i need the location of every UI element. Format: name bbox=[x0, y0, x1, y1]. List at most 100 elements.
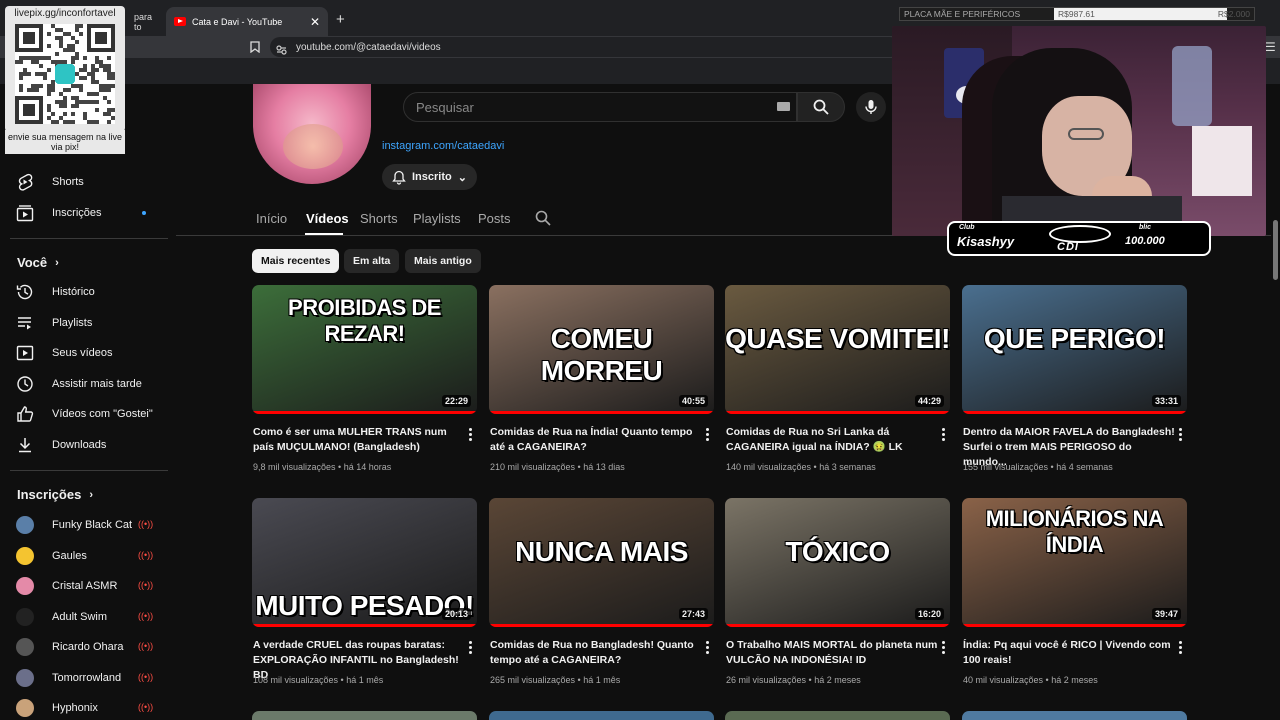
live-icon: ((•)) bbox=[138, 519, 154, 529]
video-menu-icon[interactable] bbox=[1179, 641, 1183, 655]
video-menu-icon[interactable] bbox=[1179, 428, 1183, 442]
sidebar-subscription-item[interactable]: Adult Swim ((•)) bbox=[16, 606, 156, 628]
sidebar-subscription-item[interactable]: Cristal ASMR ((•)) bbox=[16, 575, 156, 597]
bookmark-icon[interactable] bbox=[250, 40, 260, 58]
sidebar-item-subscriptions[interactable]: Inscrições bbox=[16, 202, 156, 224]
stream-badge: Kisashyy Club CDI blic 100.000 bbox=[947, 221, 1211, 256]
video-thumbnail[interactable]: MILIONÁRIOS NA ÍNDIA 39:47 bbox=[962, 498, 1187, 627]
video-meta: 9,8 mil visualizações • há 14 horas bbox=[253, 462, 391, 472]
sidebar-section-you[interactable]: Você › bbox=[17, 255, 59, 270]
video-thumbnail[interactable]: NUNCA MAIS 27:43 bbox=[489, 498, 714, 627]
video-menu-icon[interactable] bbox=[706, 428, 710, 442]
thumbnail-text: TÓXICO bbox=[785, 536, 890, 567]
sidebar-item-history[interactable]: Histórico bbox=[16, 281, 95, 303]
history-icon bbox=[16, 284, 33, 300]
badge-emblem-icon bbox=[1049, 225, 1111, 243]
video-thumbnail[interactable]: QUE PERIGO! 33:31 bbox=[962, 285, 1187, 414]
video-title[interactable]: Comidas de Rua no Bangladesh! Quanto tem… bbox=[490, 638, 702, 668]
video-meta: 155 mil visualizações • há 4 semanas bbox=[963, 462, 1113, 472]
browser-tab-youtube[interactable]: Cata e Davi - YouTube ✕ bbox=[166, 7, 328, 36]
sidebar-subscription-item[interactable]: Hyphonix ((•)) bbox=[16, 697, 156, 719]
video-thumbnail[interactable]: QUASE VOMITEI! 44:29 bbox=[725, 285, 950, 414]
sidebar-subscription-item[interactable]: Funky Black Cat ((•)) bbox=[16, 514, 156, 536]
channel-search-icon[interactable] bbox=[535, 210, 551, 231]
filter-chip-latest[interactable]: Mais recentes bbox=[252, 249, 340, 273]
video-thumbnail[interactable]: TÓXICO 16:20 bbox=[725, 498, 950, 627]
qr-overlay: livepix.gg/inconfortavel bbox=[5, 6, 125, 132]
filter-chip-popular[interactable]: Em alta bbox=[344, 249, 400, 273]
subscription-label: Adult Swim bbox=[52, 610, 108, 623]
sidebar-item-watch-later[interactable]: Assistir mais tarde bbox=[16, 373, 142, 395]
video-menu-icon[interactable] bbox=[706, 641, 710, 655]
sidebar-item-label: Shorts bbox=[52, 176, 84, 188]
video-thumbnail-partial[interactable] bbox=[725, 711, 950, 720]
channel-avatar[interactable] bbox=[253, 84, 371, 184]
video-title[interactable]: O Trabalho MAIS MORTAL do planeta num VU… bbox=[726, 638, 938, 668]
webcam-overlay bbox=[892, 26, 1266, 236]
video-views: 108 mil visualizações bbox=[253, 675, 339, 685]
video-menu-icon[interactable] bbox=[469, 428, 473, 442]
tab-posts[interactable]: Posts bbox=[478, 211, 511, 226]
live-icon: ((•)) bbox=[138, 549, 154, 560]
sidebar-item-downloads[interactable]: Downloads bbox=[16, 434, 106, 456]
video-views: 140 mil visualizações bbox=[726, 462, 812, 472]
video-thumbnail[interactable]: MUITO PESADO! 20:13 bbox=[252, 498, 477, 627]
sidebar-subscription-item[interactable]: Ricardo Ohara ((•)) bbox=[16, 636, 156, 658]
video-thumbnail-partial[interactable] bbox=[252, 711, 477, 720]
keyboard-icon[interactable] bbox=[777, 102, 790, 111]
video-menu-icon[interactable] bbox=[942, 428, 946, 442]
youtube-favicon-icon bbox=[174, 17, 186, 26]
video-title[interactable]: Índia: Pq aqui você é RICO | Vivendo com… bbox=[963, 638, 1175, 668]
voice-search-button[interactable] bbox=[856, 92, 886, 122]
browser-menu-icon[interactable]: ☰ bbox=[1265, 40, 1276, 54]
video-title[interactable]: Como é ser uma MULHER TRANS num país MUÇ… bbox=[253, 425, 465, 455]
subscriptions-icon bbox=[16, 205, 34, 222]
new-content-dot bbox=[142, 211, 146, 215]
video-views: 210 mil visualizações bbox=[490, 462, 576, 472]
channel-external-link[interactable]: instagram.com/cataedavi bbox=[382, 140, 504, 152]
tab-shorts[interactable]: Shorts bbox=[360, 211, 398, 226]
tab-home[interactable]: Início bbox=[256, 211, 287, 226]
channel-avatar bbox=[16, 516, 34, 534]
scrollbar-thumb[interactable] bbox=[1273, 220, 1278, 280]
sidebar-item-liked-videos[interactable]: Vídeos com "Gostei" bbox=[16, 403, 153, 425]
qr-url-text: livepix.gg/inconfortavel bbox=[14, 8, 116, 19]
video-views: 26 mil visualizações bbox=[726, 675, 807, 685]
video-menu-icon[interactable] bbox=[942, 641, 946, 655]
search-button[interactable] bbox=[797, 92, 845, 122]
video-title[interactable]: Comidas de Rua na Índia! Quanto tempo at… bbox=[490, 425, 702, 455]
sidebar-item-shorts[interactable]: Shorts bbox=[16, 171, 84, 193]
video-thumbnail[interactable]: COMEU MORREU 40:55 bbox=[489, 285, 714, 414]
sidebar-item-your-videos[interactable]: Seus vídeos bbox=[16, 342, 113, 364]
video-age: há 1 mês bbox=[583, 675, 621, 685]
thumbnail-text: NUNCA MAIS bbox=[515, 536, 688, 567]
video-thumbnail-partial[interactable] bbox=[962, 711, 1187, 720]
video-title[interactable]: Comidas de Rua no Sri Lanka dá CAGANEIRA… bbox=[726, 425, 938, 455]
watch-progress-bar bbox=[252, 624, 477, 627]
video-thumbnail-partial[interactable] bbox=[489, 711, 714, 720]
address-bar[interactable]: youtube.com/@cataedavi/videos bbox=[270, 37, 900, 57]
subscription-label: Tomorrowland bbox=[52, 671, 122, 684]
search-icon bbox=[813, 99, 829, 115]
page-scrollbar[interactable] bbox=[1271, 84, 1280, 720]
subscription-label: Ricardo Ohara bbox=[52, 641, 124, 653]
video-age: há 14 horas bbox=[343, 462, 392, 472]
video-menu-icon[interactable] bbox=[469, 641, 473, 655]
tab-videos[interactable]: Vídeos bbox=[306, 211, 349, 226]
live-icon: ((•)) bbox=[138, 610, 154, 621]
sidebar-section-subscriptions[interactable]: Inscrições › bbox=[17, 487, 93, 502]
sidebar-subscription-item[interactable]: Tomorrowland ((•)) bbox=[16, 667, 156, 689]
video-meta: 140 mil visualizações • há 3 semanas bbox=[726, 462, 876, 472]
sidebar-item-playlists[interactable]: Playlists bbox=[16, 312, 92, 334]
sidebar-subscription-item[interactable]: Gaules ((•)) bbox=[16, 545, 156, 567]
video-thumbnail[interactable]: PROIBIDAS DE REZAR! 22:29 bbox=[252, 285, 477, 414]
search-input[interactable]: Pesquisar bbox=[403, 92, 797, 122]
watch-progress-bar bbox=[489, 624, 714, 627]
browser-tab-inactive[interactable]: para to bbox=[126, 7, 166, 36]
subscribed-button[interactable]: Inscrito ⌄ bbox=[382, 164, 477, 190]
live-icon: ((•)) bbox=[138, 641, 154, 651]
close-tab-icon[interactable]: ✕ bbox=[310, 15, 320, 29]
filter-chip-oldest[interactable]: Mais antigo bbox=[405, 249, 481, 273]
tab-playlists[interactable]: Playlists bbox=[413, 211, 461, 226]
new-tab-icon[interactable]: + bbox=[336, 11, 345, 28]
